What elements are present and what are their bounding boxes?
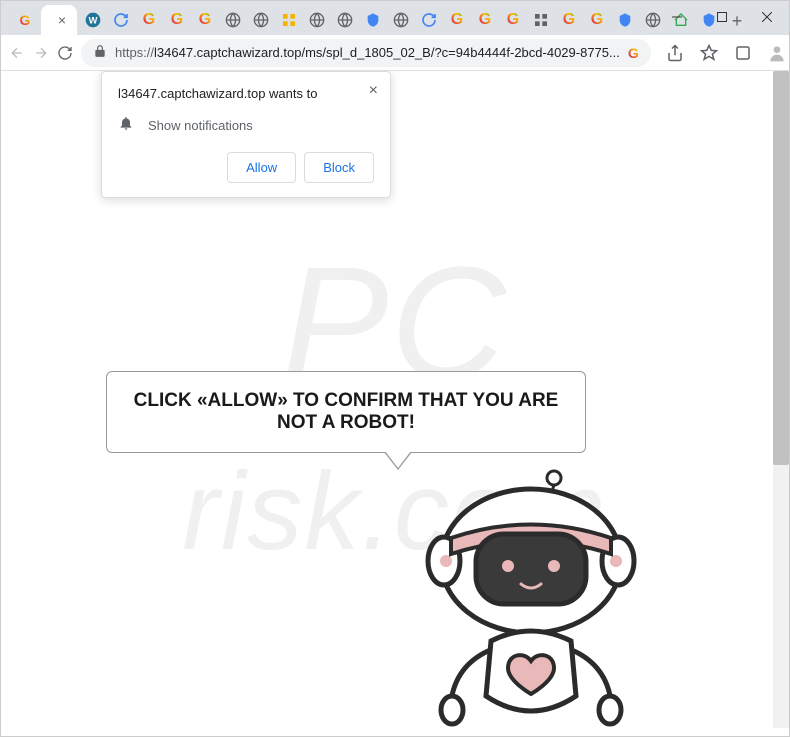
reload-icon[interactable] [421,12,437,28]
globe-icon[interactable] [253,12,269,28]
google-search-icon[interactable]: G [628,45,639,61]
captcha-speech-bubble: CLICK «ALLOW» TO CONFIRM THAT YOU ARE NO… [106,371,586,453]
scrollbar-thumb[interactable] [773,71,789,465]
robot-illustration [396,466,666,728]
tab-favicon-google[interactable]: G [9,5,41,35]
url-text: https://l34647.captchawizard.top/ms/spl_… [115,45,620,60]
globe-icon[interactable] [225,12,241,28]
active-tab[interactable]: × [41,5,77,35]
reload-button[interactable] [57,39,73,67]
close-window-button[interactable] [744,1,789,33]
google-icon[interactable]: G [477,12,493,28]
block-button[interactable]: Block [304,152,374,183]
dialog-close-button[interactable]: × [369,82,378,100]
grid-icon[interactable] [281,12,297,28]
reading-list-icon[interactable] [733,43,753,63]
tab-strip: G × W G G G G G G G G [1,1,789,35]
google-icon: G [17,12,33,28]
permission-text: Show notifications [148,118,253,133]
browser-window: G × W G G G G G G G G [0,0,790,737]
shield-icon[interactable] [365,12,381,28]
maximize-button[interactable] [699,1,744,33]
dialog-title: l34647.captchawizard.top wants to [118,86,374,101]
back-button[interactable] [9,39,25,67]
profile-icon[interactable] [767,43,787,63]
minimize-button[interactable] [654,1,699,33]
vertical-scrollbar[interactable] [773,71,789,728]
google-icon[interactable]: G [169,12,185,28]
address-bar[interactable]: https://l34647.captchawizard.top/ms/spl_… [81,39,651,67]
grid-icon[interactable] [533,12,549,28]
toolbar: https://l34647.captchawizard.top/ms/spl_… [1,35,789,71]
allow-button[interactable]: Allow [227,152,296,183]
page-content: PC risk.com × l34647.captchawizard.top w… [1,71,789,728]
google-icon[interactable]: G [561,12,577,28]
bookmark-icon[interactable] [699,43,719,63]
globe-icon[interactable] [309,12,325,28]
google-icon[interactable]: G [449,12,465,28]
share-icon[interactable] [665,43,685,63]
google-icon[interactable]: G [505,12,521,28]
wordpress-icon[interactable]: W [85,12,101,28]
google-icon[interactable]: G [589,12,605,28]
shield-icon[interactable] [617,12,633,28]
close-tab-icon[interactable]: × [55,13,69,27]
forward-button[interactable] [33,39,49,67]
globe-icon[interactable] [337,12,353,28]
bubble-text: CLICK «ALLOW» TO CONFIRM THAT YOU ARE NO… [134,390,559,433]
google-icon[interactable]: G [141,12,157,28]
lock-icon [93,44,107,61]
bell-icon [118,115,134,136]
svg-text:W: W [89,15,98,25]
google-icon[interactable]: G [197,12,213,28]
reload-icon[interactable] [113,12,129,28]
globe-icon[interactable] [393,12,409,28]
notification-permission-dialog: × l34647.captchawizard.top wants to Show… [101,71,391,198]
